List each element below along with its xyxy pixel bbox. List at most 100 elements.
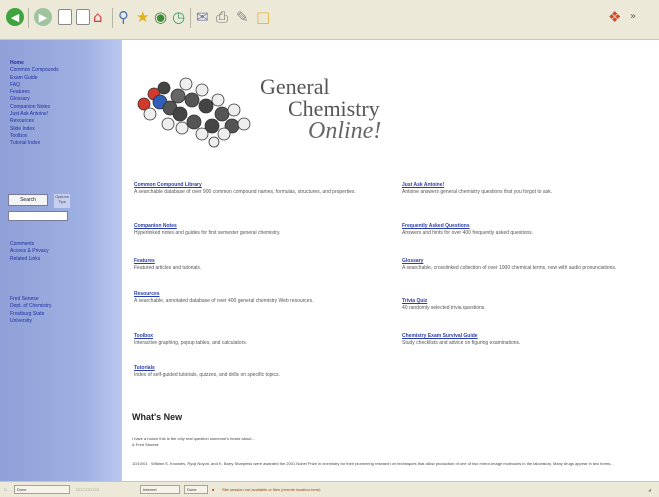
feature-link[interactable]: Tutorials xyxy=(134,365,374,371)
taskbar-window-item-2[interactable]: Done xyxy=(184,485,208,494)
search-options-link[interactable]: Options Tips xyxy=(54,194,70,208)
toolbar-separator xyxy=(112,8,113,28)
feature-link[interactable]: Frequently Asked Questions xyxy=(402,223,647,229)
feature-link[interactable]: Chemistry Exam Survival Guide xyxy=(402,333,647,339)
feature-description: A searchable, annotated database of over… xyxy=(134,298,314,304)
sidebar-item-common-compounds[interactable]: Common Compounds xyxy=(10,67,59,74)
sidebar-item-related-links[interactable]: Related Links xyxy=(10,256,49,263)
mail-icon[interactable]: ✉ xyxy=(196,7,209,27)
back-icon[interactable]: ◀ xyxy=(6,8,24,26)
edit-icon[interactable]: ✎ xyxy=(236,7,249,27)
feature-link[interactable]: Toolbox xyxy=(134,333,374,339)
sidebar-item-toolbox[interactable]: Toolbox xyxy=(10,133,59,140)
news-item: I have a hunch this is the only real que… xyxy=(132,436,432,448)
sidebar-item-exam-guide[interactable]: Exam Guide xyxy=(10,75,59,82)
page-icon: □ xyxy=(4,487,7,492)
media-icon[interactable]: ◉ xyxy=(154,7,167,27)
toolbar-separator xyxy=(28,8,29,28)
feature-common-compounds: Common Compound Library A searchable dat… xyxy=(134,182,374,196)
forward-icon[interactable]: ▶ xyxy=(34,8,52,26)
resize-grip-icon[interactable]: ◢ xyxy=(648,485,651,494)
sidebar-item-author[interactable]: Fred Senese xyxy=(10,296,51,303)
sidebar-item-resources[interactable]: Resources xyxy=(10,118,59,125)
feature-description: A searchable, crosslinked collection of … xyxy=(402,265,617,271)
news-item-byline: & Fred Senese xyxy=(132,442,159,447)
feature-resources: Resources A searchable, annotated databa… xyxy=(134,291,374,305)
search-icon[interactable]: ⚲ xyxy=(118,7,129,27)
feature-link[interactable]: Just Ask Antoine! xyxy=(402,182,647,188)
site-title-line1: General xyxy=(260,74,330,99)
molecule-logo-icon xyxy=(137,77,251,148)
home-icon[interactable]: ⌂ xyxy=(93,7,103,27)
feature-description: 40 randomly selected trivia questions. xyxy=(402,305,486,311)
sidebar-item-slide-index[interactable]: Slide Index xyxy=(10,126,59,133)
feature-glossary: Glossary A searchable, crosslinked colle… xyxy=(402,258,647,272)
news-date: 10/10/01 xyxy=(132,461,148,466)
feature-trivia-quiz: Trivia Quiz 40 randomly selected trivia … xyxy=(402,298,647,312)
feature-link[interactable]: Glossary xyxy=(402,258,647,264)
sidebar-info-links: Comments Access & Privacy Related Links xyxy=(10,241,49,263)
taskbar-start-item[interactable]: Done xyxy=(14,485,70,494)
sidebar-item-features[interactable]: Features xyxy=(10,89,59,96)
feature-link[interactable]: Resources xyxy=(134,291,374,297)
feature-description: Interactive graphing, popup tables, and … xyxy=(134,340,248,346)
print-icon[interactable]: ⎙ xyxy=(216,7,228,27)
taskbar-window-item[interactable]: Internet xyxy=(140,485,180,494)
sidebar-nav: Home Common Compounds Exam Guide FAQ Fea… xyxy=(10,60,59,148)
feature-link[interactable]: Common Compound Library xyxy=(134,182,374,188)
sidebar-item-glossary[interactable]: Glossary xyxy=(10,96,59,103)
favorites-icon[interactable]: ★ xyxy=(136,7,149,27)
windows-logo-icon: ❖ xyxy=(608,8,622,26)
feature-description: Antoine answers general chemistry questi… xyxy=(402,189,553,195)
search-input[interactable] xyxy=(8,211,68,221)
feature-faq: Frequently Asked Questions Answers and h… xyxy=(402,223,647,237)
feature-description: Hyperlinked notes and guides for first s… xyxy=(134,230,281,236)
sidebar-item-comments[interactable]: Comments xyxy=(10,241,49,248)
feature-link[interactable]: Features xyxy=(134,258,374,264)
feature-description: Index of self-guided tutorials, quizzes,… xyxy=(134,372,280,378)
whats-new-heading: What's New xyxy=(132,412,183,422)
status-bar: □ Done □□□□□□□ Internet Done ■ Site sess… xyxy=(0,481,659,497)
taskbar-quicklaunch-icons: □□□□□□□ xyxy=(76,487,100,492)
sidebar-item-faq[interactable]: FAQ xyxy=(10,82,59,89)
sidebar-item-department[interactable]: Dept. of Chemistry xyxy=(10,303,51,310)
sidebar-item-university[interactable]: Frostburg State xyxy=(10,311,51,318)
status-message: Site session not available or files (rem… xyxy=(222,487,321,492)
main-content: General Chemistry Online! Common Compoun… xyxy=(122,40,659,481)
news-item-text: William S. Knowles, Ryoji Noyori, and K.… xyxy=(151,461,614,466)
feature-tutorials: Tutorials Index of self-guided tutorials… xyxy=(134,365,374,379)
sidebar-item-access-privacy[interactable]: Access & Privacy xyxy=(10,248,49,255)
sidebar-item-university-cont[interactable]: University xyxy=(10,318,51,325)
history-icon[interactable]: ◷ xyxy=(172,7,185,27)
site-title-line3: Online! xyxy=(308,118,382,144)
feature-link[interactable]: Companion Notes xyxy=(134,223,374,229)
browser-toolbar: ◀ ▶ ⌂ ⚲ ★ ◉ ◷ ✉ ⎙ ✎ □ ❖ » xyxy=(0,0,659,40)
sidebar-item-companion-notes[interactable]: Companion Notes xyxy=(10,104,59,111)
search-button[interactable]: Search xyxy=(8,194,48,206)
links-chevron-icon[interactable]: » xyxy=(630,7,636,27)
feature-description: Study checklists and advice on figuring … xyxy=(402,340,521,346)
sidebar-search: Search Options Tips xyxy=(8,194,70,228)
sidebar-author-links: Fred Senese Dept. of Chemistry Frostburg… xyxy=(10,296,51,325)
feature-link[interactable]: Trivia Quiz xyxy=(402,298,647,304)
feature-toolbox: Toolbox Interactive graphing, popup tabl… xyxy=(134,333,374,347)
site-title: General Chemistry Online! xyxy=(260,74,382,144)
feature-companion-notes: Companion Notes Hyperlinked notes and gu… xyxy=(134,223,374,237)
status-warning-icon: ■ xyxy=(212,487,215,492)
sidebar: Home Common Compounds Exam Guide FAQ Fea… xyxy=(0,40,122,481)
toolbar-separator xyxy=(190,8,191,28)
feature-description: A searchable database of over 900 common… xyxy=(134,189,356,195)
refresh-icon[interactable] xyxy=(76,9,90,25)
news-item: 10/10/01 William S. Knowles, Ryoji Noyor… xyxy=(132,461,652,467)
sidebar-item-just-ask-antoine[interactable]: Just Ask Antoine! xyxy=(10,111,59,118)
site-title-line2: Chemistry xyxy=(288,96,380,121)
feature-exam-survival-guide: Chemistry Exam Survival Guide Study chec… xyxy=(402,333,647,347)
feature-description: Featured articles and tutorials. xyxy=(134,265,202,271)
stop-icon[interactable] xyxy=(58,9,72,25)
feature-description: Answers and hints for over 400 frequentl… xyxy=(402,230,534,236)
sidebar-item-tutorial-index[interactable]: Tutorial Index xyxy=(10,140,59,147)
feature-just-ask-antoine: Just Ask Antoine! Antoine answers genera… xyxy=(402,182,647,196)
folder-icon[interactable]: □ xyxy=(256,7,270,27)
feature-features: Features Featured articles and tutorials… xyxy=(134,258,374,272)
sidebar-item-home[interactable]: Home xyxy=(10,60,59,67)
